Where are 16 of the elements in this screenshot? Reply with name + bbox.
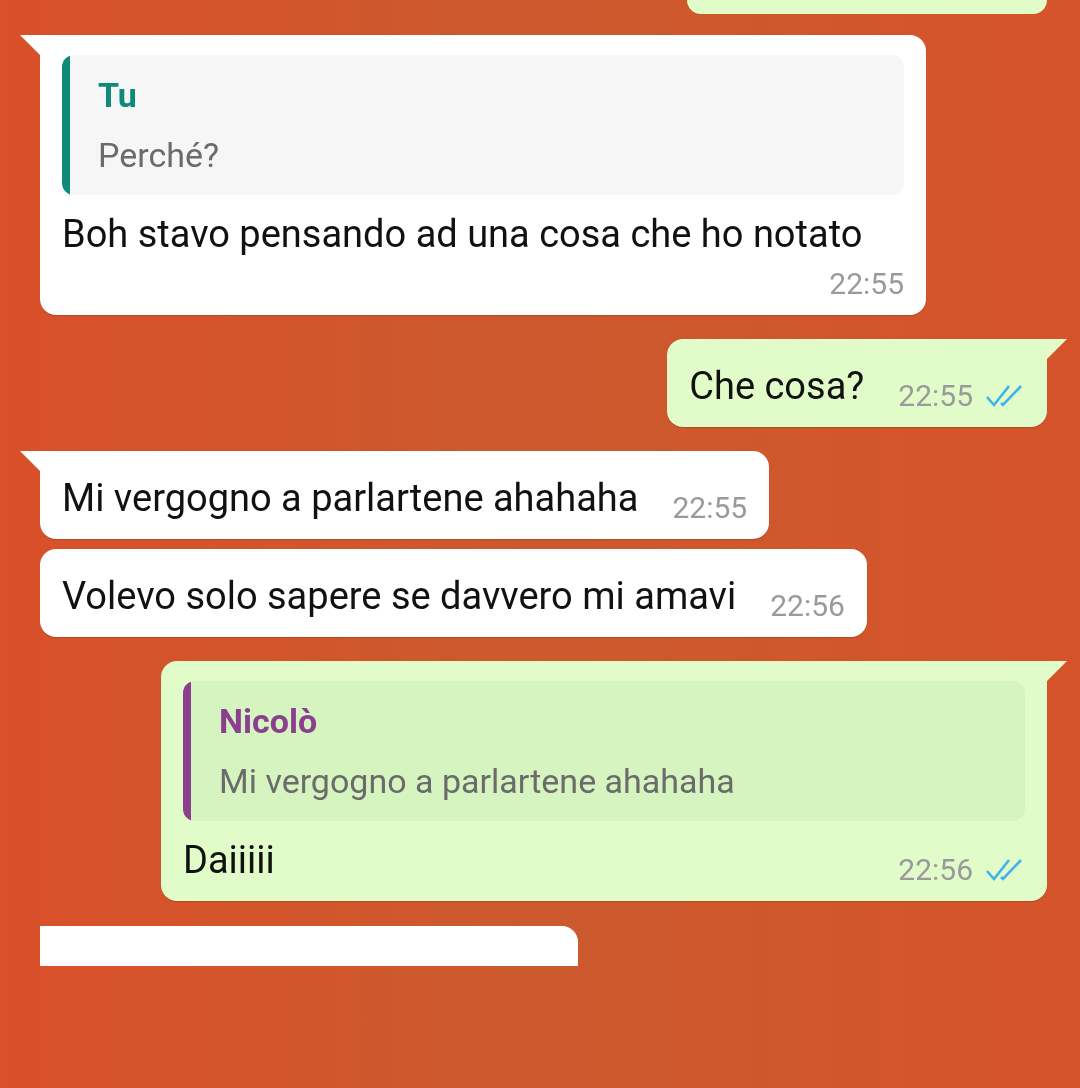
message-time: 22:55 (672, 491, 748, 525)
message-time: 22:55 (898, 379, 973, 413)
message-text: Volevo solo sapere se davvero mi amavi (62, 573, 737, 620)
quote-author: Nicolò (219, 701, 319, 741)
message-text: Mi vergogno a parlartene ahahaha (62, 475, 639, 522)
quoted-message[interactable]: Tu Perché? (62, 55, 904, 195)
quote-text: Perché? (98, 135, 220, 175)
quote-text: Mi vergogno a parlartene ahahaha (219, 761, 735, 801)
message-time: 22:56 (770, 589, 845, 623)
message-text: Daiiiii (183, 837, 275, 884)
quoted-message[interactable]: Nicolò Mi vergogno a parlartene ahahaha (183, 681, 1025, 821)
message-text: Boh stavo pensando ad una cosa che ho notato (62, 211, 863, 258)
message-text: Che cosa? (689, 363, 865, 410)
message-time: 22:56 (898, 853, 973, 887)
quote-author: Tu (98, 75, 138, 115)
message-time: 22:55 (829, 267, 904, 301)
